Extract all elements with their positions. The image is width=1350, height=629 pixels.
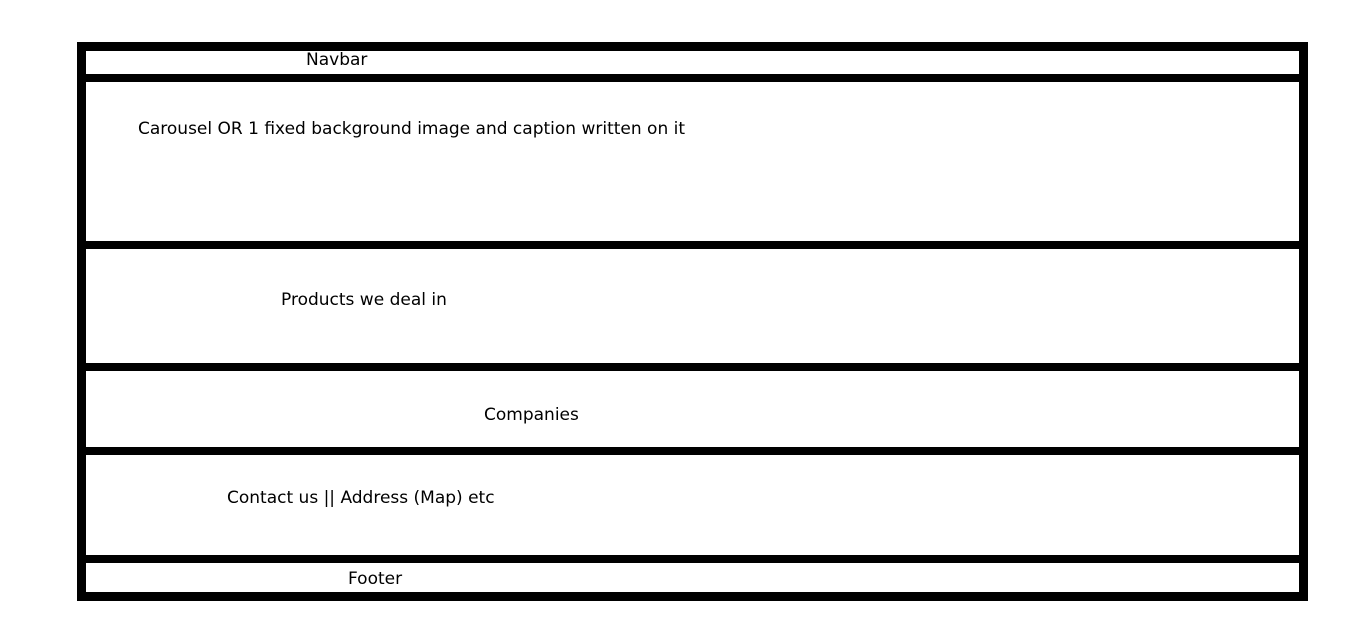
wireframe-canvas: Navbar Carousel OR 1 fixed background im… <box>0 0 1350 629</box>
carousel-label: Carousel OR 1 fixed background image and… <box>138 119 686 139</box>
navbar-divider <box>77 74 1308 82</box>
contact-label: Contact us || Address (Map) etc <box>227 488 495 508</box>
products-label: Products we deal in <box>281 290 447 310</box>
companies-label: Companies <box>484 405 579 425</box>
companies-divider <box>77 447 1308 455</box>
navbar-label: Navbar <box>306 50 368 70</box>
carousel-divider <box>77 241 1308 249</box>
contact-divider <box>77 555 1308 563</box>
products-divider <box>77 363 1308 371</box>
footer-label: Footer <box>348 569 403 589</box>
